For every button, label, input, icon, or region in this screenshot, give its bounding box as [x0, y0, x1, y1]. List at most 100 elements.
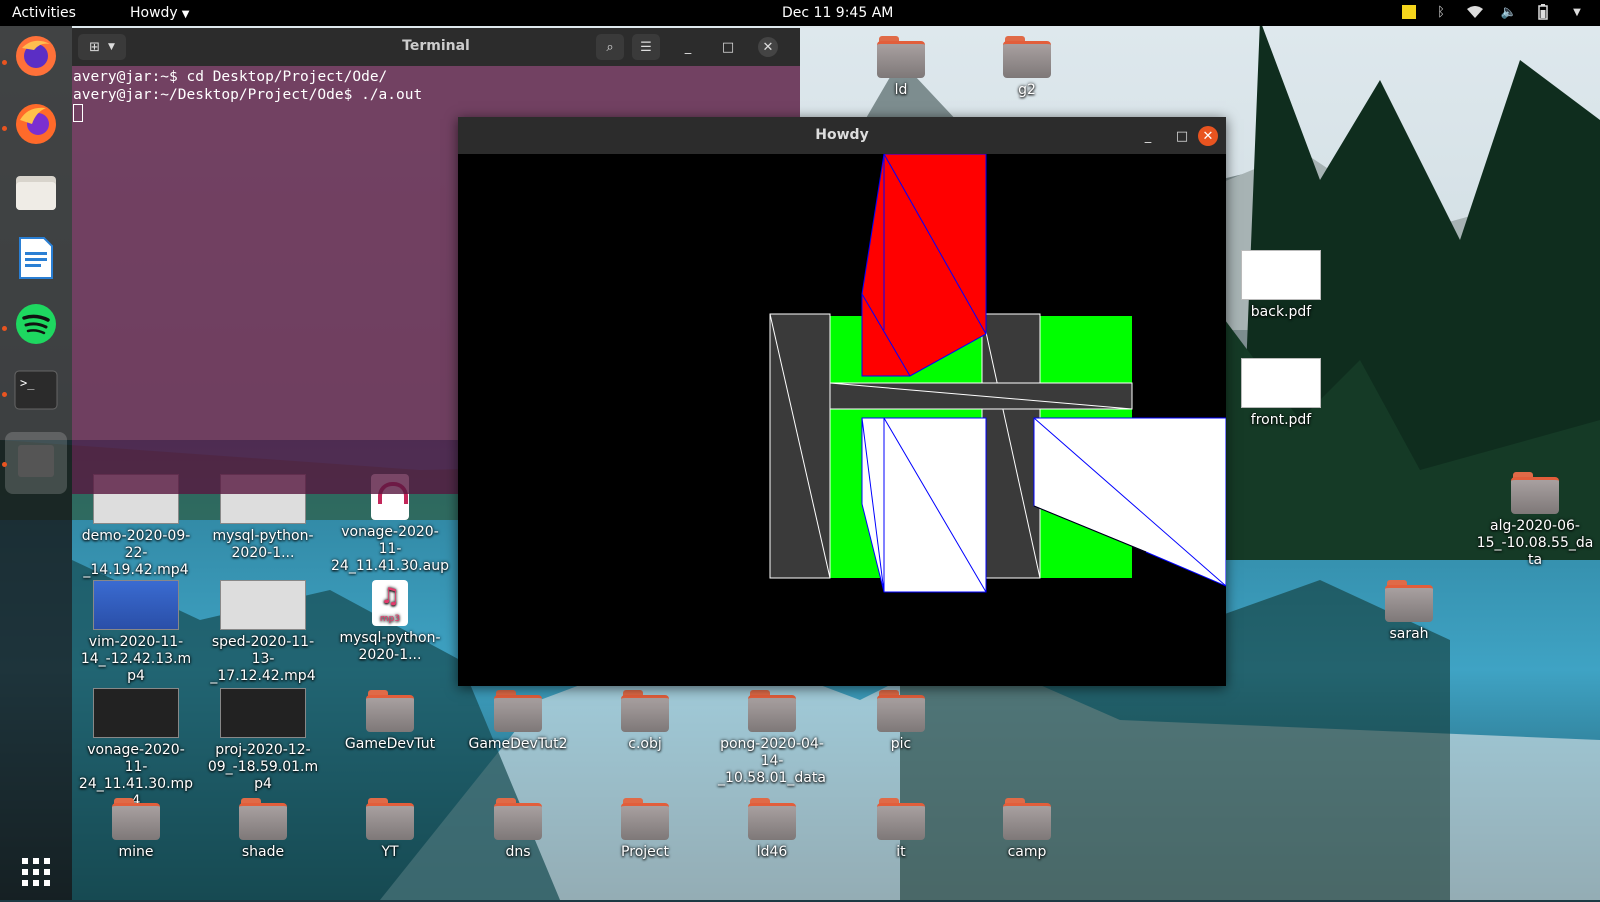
- folder-icon: [1511, 472, 1559, 514]
- desktop-icon-camp[interactable]: camp: [968, 798, 1086, 861]
- desktop-icon-mysql2[interactable]: ♫ mp3 mysql-python-2020-1...: [331, 580, 449, 664]
- clock[interactable]: Dec 11 9:45 AM: [782, 5, 893, 21]
- icon-label: back.pdf: [1250, 304, 1312, 320]
- running-indicator: [2, 60, 7, 65]
- icon-label: mysql-python-2020-1...: [212, 528, 314, 561]
- terminal-icon: >_: [14, 370, 58, 414]
- desktop-icon-gamedevtut2[interactable]: GameDevTut2: [459, 690, 577, 753]
- notes-icon[interactable]: [1402, 5, 1416, 19]
- folder-icon: [621, 798, 669, 840]
- render-canvas[interactable]: [458, 154, 1226, 686]
- terminal-line: avery@jar:~$ cd Desktop/Project/Ode/: [73, 68, 799, 86]
- pdf-thumbnail-icon: [1241, 358, 1321, 408]
- icon-label: sped-2020-11-13-_17.12.42.mp4: [210, 634, 316, 684]
- folder-icon: [748, 798, 796, 840]
- terminal-cursor: [73, 104, 83, 122]
- icon-label: alg-2020-06-15_-10.08.55_data: [1476, 518, 1594, 568]
- dock: >_: [0, 26, 72, 900]
- dock-browser[interactable]: [8, 98, 64, 154]
- bluetooth-icon[interactable]: ᛒ: [1432, 3, 1450, 21]
- desktop-icon-project[interactable]: Project: [586, 798, 704, 861]
- dock-howdy[interactable]: [5, 432, 67, 494]
- icon-label: dns: [505, 844, 531, 860]
- desktop-icon-shade[interactable]: shade: [204, 798, 322, 861]
- desktop-icon-back-pdf[interactable]: back.pdf: [1222, 250, 1340, 321]
- dock-terminal[interactable]: >_: [8, 364, 64, 420]
- dock-files[interactable]: [8, 166, 64, 222]
- desktop-icon-gamedevtut[interactable]: GameDevTut: [331, 690, 449, 753]
- desktop-icon-alg[interactable]: alg-2020-06-15_-10.08.55_data: [1476, 472, 1594, 569]
- shell-command: cd Desktop/Project/Ode/: [186, 69, 388, 85]
- folder-icon: [1385, 580, 1433, 622]
- terminal-line: avery@jar:~/Desktop/Project/Ode$ ./a.out: [73, 86, 799, 104]
- desktop-icon-mine[interactable]: mine: [77, 798, 195, 861]
- maximize-button[interactable]: □: [718, 37, 738, 57]
- close-button[interactable]: ✕: [1198, 126, 1218, 146]
- icon-label: shade: [241, 844, 285, 860]
- desktop-icon-pic[interactable]: pic: [842, 690, 960, 753]
- folder-icon: [494, 798, 542, 840]
- desktop-icon-vim[interactable]: vim-2020-11-14_-12.42.13.mp4: [77, 580, 195, 685]
- minimize-button[interactable]: _: [678, 37, 698, 57]
- power-menu-caret-icon[interactable]: ▼: [1568, 3, 1586, 21]
- battery-icon[interactable]: [1534, 3, 1552, 21]
- app-menu-label: Howdy: [130, 5, 178, 21]
- dock-firefox[interactable]: [8, 30, 64, 86]
- menu-button[interactable]: ☰: [632, 34, 660, 60]
- desktop-icon-sarah[interactable]: sarah: [1350, 580, 1468, 643]
- wifi-icon[interactable]: [1466, 3, 1484, 21]
- folder-icon: [748, 690, 796, 732]
- folder-icon: [494, 690, 542, 732]
- red-prism: [861, 154, 987, 377]
- folder-icon: [877, 36, 925, 78]
- video-thumbnail-icon: [220, 580, 306, 630]
- icon-label: GameDevTut: [344, 736, 436, 752]
- desktop-icon-dns[interactable]: dns: [459, 798, 577, 861]
- shell-command: ./a.out: [361, 87, 423, 103]
- desktop-icon-cobj[interactable]: c.obj: [586, 690, 704, 753]
- minimize-button[interactable]: _: [1138, 126, 1158, 146]
- app-menu[interactable]: Howdy ▼: [130, 5, 189, 21]
- howdy-window[interactable]: Howdy _ □ ✕: [458, 117, 1226, 686]
- firefox-icon: [14, 102, 58, 150]
- dock-writer[interactable]: [8, 232, 64, 288]
- desktop-icon-ld[interactable]: ld: [842, 36, 960, 99]
- icon-label: YT: [381, 844, 399, 860]
- maximize-button[interactable]: □: [1172, 126, 1192, 146]
- icon-label: sarah: [1389, 626, 1429, 642]
- icon-label: pong-2020-04-14-_10.58.01_data: [718, 736, 826, 786]
- icon-label: pic: [890, 736, 912, 752]
- terminal-output[interactable]: avery@jar:~$ cd Desktop/Project/Ode/ ave…: [72, 66, 800, 124]
- howdy-titlebar[interactable]: Howdy _ □ ✕: [458, 117, 1226, 154]
- search-button[interactable]: ⌕: [596, 34, 624, 60]
- running-indicator: [2, 326, 7, 331]
- folder-icon: [366, 690, 414, 732]
- desktop-icon-yt[interactable]: YT: [331, 798, 449, 861]
- desktop-icon-proj[interactable]: proj-2020-12-09_-18.59.01.mp4: [204, 688, 322, 793]
- close-button[interactable]: ✕: [758, 37, 778, 57]
- desktop-icon-ld46[interactable]: ld46: [713, 798, 831, 861]
- activities-button[interactable]: Activities: [12, 5, 76, 21]
- folder-icon: [366, 798, 414, 840]
- terminal-titlebar[interactable]: ⊞ ▼ Terminal ⌕ ☰ _ □ ✕: [72, 28, 800, 66]
- shell-prompt: avery@jar:~/Desktop/Project/Ode$: [73, 87, 362, 103]
- desktop-icon-g2[interactable]: g2: [968, 36, 1086, 99]
- icon-label: ld46: [756, 844, 788, 860]
- icon-label: proj-2020-12-09_-18.59.01.mp4: [207, 742, 319, 792]
- desktop-icon-sped2[interactable]: sped-2020-11-13-_17.12.42.mp4: [204, 580, 322, 685]
- desktop-icon-pong[interactable]: pong-2020-04-14-_10.58.01_data: [713, 690, 831, 787]
- icon-label: front.pdf: [1250, 412, 1312, 428]
- chevron-down-icon: ▼: [181, 9, 190, 20]
- folder-icon: [877, 690, 925, 732]
- dock-spotify[interactable]: [8, 298, 64, 354]
- volume-icon[interactable]: 🔈: [1500, 3, 1518, 21]
- icon-label: GameDevTut2: [468, 736, 568, 752]
- icon-label: mine: [118, 844, 154, 860]
- desktop-icon-vonage-mp4[interactable]: vonage-2020-11-24_11.41.30.mp4: [77, 688, 195, 810]
- search-icon: ⌕: [606, 39, 614, 55]
- desktop-icon-front-pdf[interactable]: front.pdf: [1222, 358, 1340, 429]
- folder-icon: [1003, 36, 1051, 78]
- show-applications-button[interactable]: [8, 846, 64, 902]
- desktop-icon-it[interactable]: it: [842, 798, 960, 861]
- close-icon: ✕: [1202, 128, 1214, 144]
